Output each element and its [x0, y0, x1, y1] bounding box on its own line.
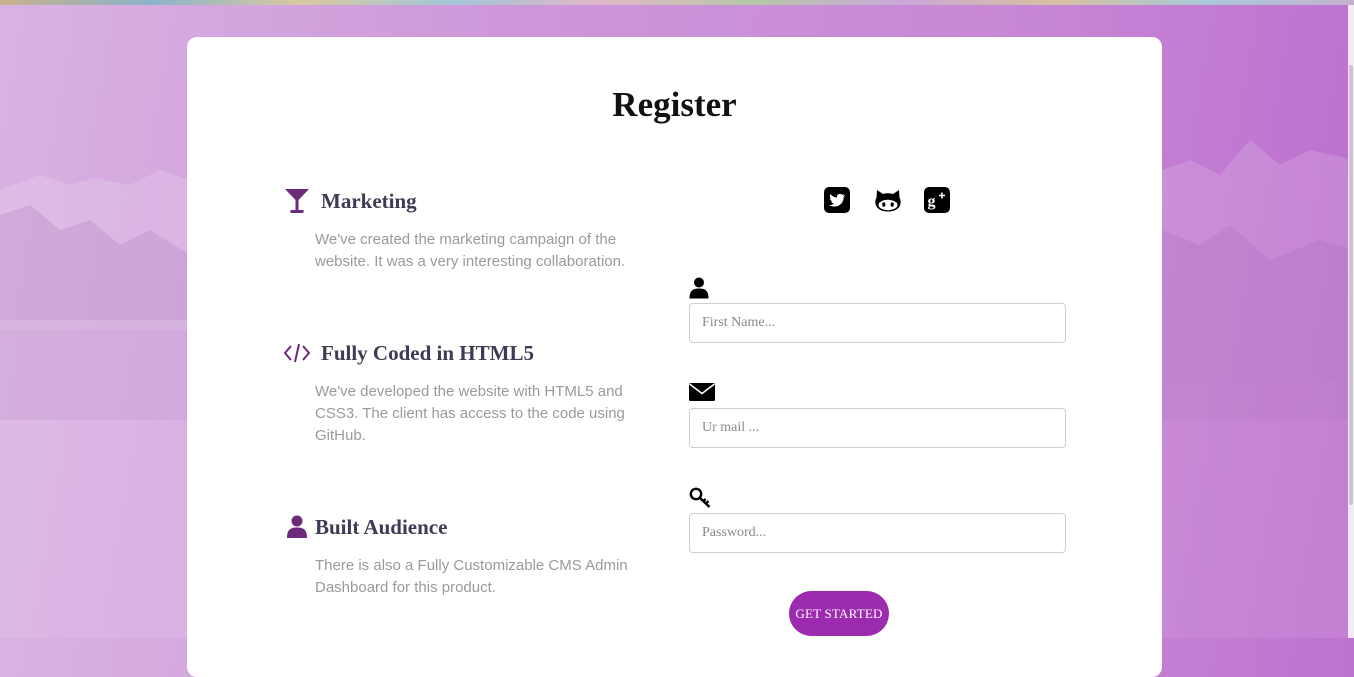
feature-title: Fully Coded in HTML5: [321, 340, 534, 365]
github-icon[interactable]: [874, 187, 901, 213]
social-links: g: [824, 187, 974, 213]
feature-description: There is also a Fully Customizable CMS A…: [315, 557, 628, 596]
scrollbar-thumb[interactable]: [1349, 65, 1353, 505]
feature-title: Built Audience: [315, 514, 448, 539]
feature-description: We've created the marketing campaign of …: [315, 231, 626, 270]
email-field-group: [689, 382, 1066, 448]
feature-html5: Fully Coded in HTML5 We've developed the…: [283, 339, 643, 447]
twitter-icon[interactable]: [824, 187, 850, 213]
page-title: Register: [612, 85, 737, 124]
user-icon: [283, 513, 311, 541]
code-icon: [283, 339, 311, 367]
first-name-input[interactable]: [689, 303, 1066, 343]
password-input[interactable]: [689, 513, 1066, 553]
google-plus-icon[interactable]: g: [924, 187, 950, 213]
envelope-icon: [689, 382, 1066, 406]
feature-audience: Built Audience There is also a Fully Cus…: [283, 513, 643, 599]
scrollbar[interactable]: [1348, 5, 1354, 638]
cocktail-icon: [283, 187, 311, 215]
register-card: Register Marketing We've created the mar…: [187, 37, 1162, 677]
feature-marketing: Marketing We've created the marketing ca…: [283, 187, 643, 273]
get-started-button[interactable]: GET STARTED: [789, 591, 889, 636]
user-icon: [689, 277, 1066, 301]
svg-text:g: g: [928, 193, 936, 210]
key-icon: [689, 487, 1066, 511]
password-field-group: [689, 487, 1066, 553]
feature-description: We've developed the website with HTML5 a…: [315, 383, 625, 444]
feature-title: Marketing: [321, 188, 417, 213]
first-name-field-group: [689, 277, 1066, 343]
email-input[interactable]: [689, 408, 1066, 448]
